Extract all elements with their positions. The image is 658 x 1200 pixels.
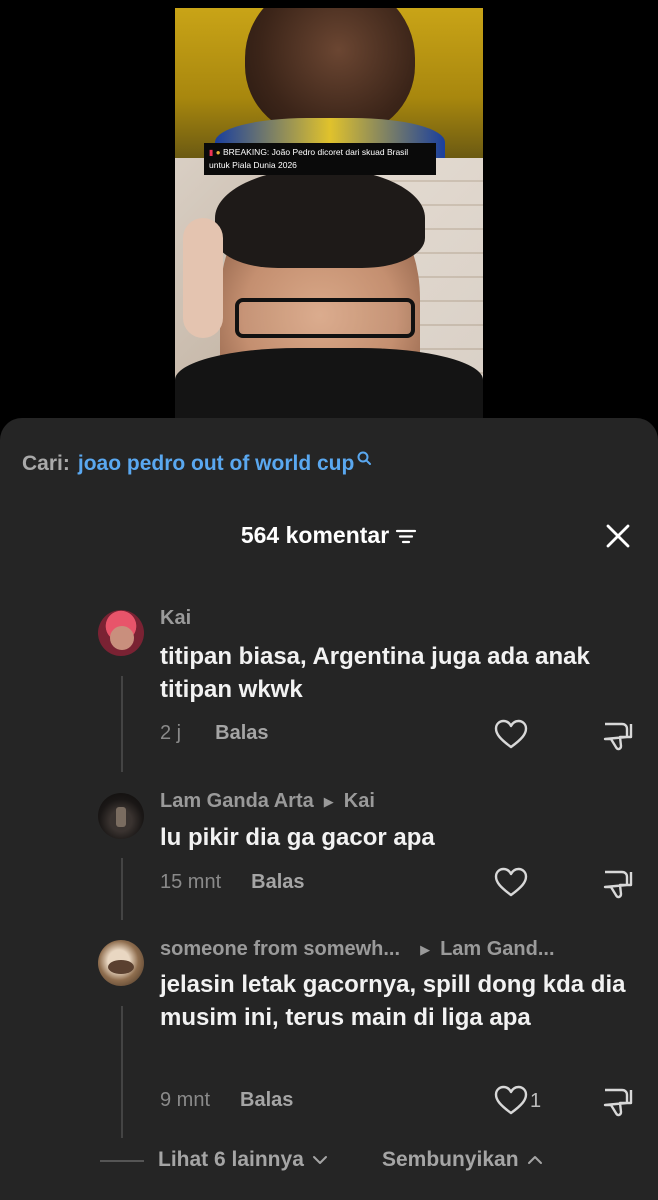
reply-to-username[interactable]: Kai <box>344 790 375 813</box>
dislike-icon[interactable] <box>600 720 634 754</box>
thread-line <box>121 858 123 920</box>
avatar[interactable] <box>98 793 144 839</box>
username-text[interactable]: Lam Ganda Arta <box>160 790 314 813</box>
search-icon <box>357 451 372 465</box>
replies-footer: Lihat 6 lainnya Sembunyikan <box>0 1145 658 1175</box>
reply-arrow-icon: ▶ <box>420 941 431 957</box>
like-button[interactable] <box>494 718 530 752</box>
reply-button[interactable]: Balas <box>240 1089 293 1112</box>
heart-icon <box>494 1085 528 1115</box>
video-caption: ▮ ● BREAKING: João Pedro dicoret dari sk… <box>204 143 436 175</box>
comment-text: jelasin letak gacornya, spill dong kda d… <box>160 971 626 1031</box>
chevron-down-icon <box>312 1156 327 1164</box>
comment-time: 15 mnt <box>160 871 222 893</box>
heart-icon <box>494 719 528 749</box>
avatar[interactable] <box>98 940 144 986</box>
comment-username[interactable]: Kai <box>160 607 191 630</box>
video-top-frame <box>175 8 483 178</box>
search-label: Cari: <box>22 452 70 475</box>
comment-text: lu pikir dia ga gacor apa <box>160 824 435 851</box>
related-search-link[interactable]: Cari: joao pedro out of world cup <box>22 451 372 476</box>
reply-button[interactable]: Balas <box>215 722 268 745</box>
comment-time: 2 j <box>160 722 182 744</box>
comment-meta: 9 mnt Balas <box>160 1089 293 1112</box>
chip-face-emoji-icon: ● <box>215 148 221 157</box>
hide-label: Sembunyikan <box>382 1148 519 1171</box>
dislike-icon[interactable] <box>600 1086 634 1120</box>
view-more-label: Lihat 6 lainnya <box>158 1148 304 1171</box>
heart-icon <box>494 867 528 897</box>
close-icon[interactable] <box>604 522 632 550</box>
thread-line <box>121 1006 123 1138</box>
username-text[interactable]: someone from somewh... <box>160 938 400 961</box>
video-bottom-frame <box>175 158 483 420</box>
like-button[interactable] <box>494 866 530 900</box>
reply-arrow-icon: ▶ <box>323 793 334 809</box>
username-text[interactable]: Kai <box>160 607 191 630</box>
comment-count-header: 564 komentar <box>0 522 658 549</box>
comment-username[interactable]: someone from somewh... ▶ Lam Gand... <box>160 938 555 961</box>
thread-line <box>121 676 123 772</box>
reply-to-username[interactable]: Lam Gand... <box>440 938 554 961</box>
chevron-up-icon <box>527 1156 542 1164</box>
comment-count: 564 komentar <box>240 522 390 548</box>
comment-meta: 15 mnt Balas <box>160 871 305 894</box>
pin-icon: ▮ <box>209 148 214 157</box>
creator-glasses-image <box>235 298 415 338</box>
dislike-icon[interactable] <box>600 868 634 902</box>
comment-time: 9 mnt <box>160 1089 211 1111</box>
creator-hair-image <box>215 168 425 268</box>
creator-jacket-image <box>175 348 483 420</box>
like-button[interactable]: 1 <box>494 1084 554 1118</box>
view-more-replies-button[interactable]: Lihat 6 lainnya <box>158 1148 328 1172</box>
hide-replies-button[interactable]: Sembunyikan <box>382 1148 543 1172</box>
comment-username[interactable]: Lam Ganda Arta ▶ Kai <box>160 790 375 813</box>
video-caption-text: BREAKING: João Pedro dicoret dari skuad … <box>209 147 409 170</box>
video-player[interactable] <box>175 8 483 420</box>
avatar[interactable] <box>98 610 144 656</box>
creator-hand-image <box>183 218 223 338</box>
comment-text: titipan biasa, Argentina juga ada anak t… <box>160 643 590 703</box>
search-query[interactable]: joao pedro out of world cup <box>78 452 354 476</box>
like-count: 1 <box>530 1089 542 1112</box>
divider <box>100 1160 144 1162</box>
reply-button[interactable]: Balas <box>251 871 304 894</box>
comment-meta: 2 j Balas <box>160 722 269 745</box>
filter-icon[interactable] <box>395 527 417 545</box>
